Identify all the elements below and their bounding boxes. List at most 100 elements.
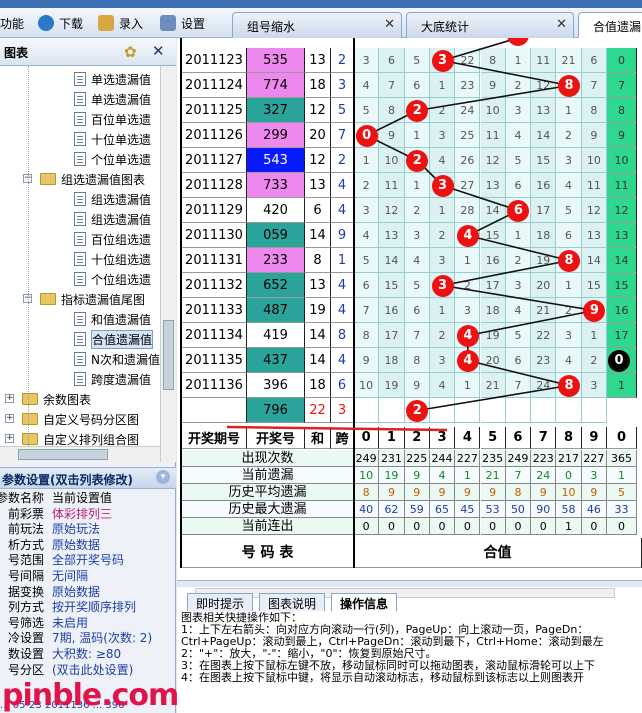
hit-ball: 8 <box>558 249 581 272</box>
tree-vscrollbar[interactable] <box>160 66 176 462</box>
param-key: 参数名称 <box>0 491 44 505</box>
gear-icon[interactable]: ✿ <box>124 43 137 61</box>
tab-big-stats[interactable]: 大底统计 ✕ <box>406 12 574 38</box>
tree-item[interactable]: 百位单选遗 <box>74 109 151 129</box>
tree-item[interactable]: 单选遗漏值 <box>74 69 151 89</box>
collapse-icon[interactable]: ▾ <box>156 470 170 484</box>
param-row[interactable]: 据变换 原始数据 <box>0 584 176 600</box>
close-icon[interactable]: ✕ <box>384 17 395 32</box>
param-key: 前彩票 <box>7 506 44 521</box>
expand-icon[interactable]: + <box>5 394 14 403</box>
tree-item[interactable]: 十位单选遗 <box>74 129 151 149</box>
title-strip <box>0 0 642 8</box>
tree-hscrollbar[interactable] <box>0 446 160 462</box>
param-row[interactable]: 号筛选 未启用 <box>0 615 176 631</box>
tree-item[interactable]: 和值遗漏值 <box>74 309 151 329</box>
tree-item-label: 余数图表 <box>43 392 92 407</box>
scroll-thumb[interactable] <box>18 449 108 460</box>
stat-value: 249 <box>505 450 532 467</box>
tree-item[interactable]: 组选遗漏值 <box>74 209 151 229</box>
footer-label: 号 码 表 <box>182 538 354 568</box>
tab-sum-miss[interactable]: 合值遗漏 <box>578 12 642 38</box>
trend-segment <box>417 84 570 112</box>
param-value: 原始数据 <box>52 584 101 599</box>
tree-item-label: 指标遗漏值尾图 <box>61 292 146 307</box>
stat-value: 4 <box>429 467 456 484</box>
stat-value: 0 <box>379 518 405 535</box>
tree-item[interactable]: 组选遗漏值 <box>74 189 151 209</box>
stat-value: 7 <box>505 467 532 484</box>
document-icon <box>74 132 86 146</box>
document-icon <box>74 232 86 246</box>
tab-group-shrink[interactable]: 组号缩水 ✕ <box>232 12 402 38</box>
tree-item[interactable]: 跨度遗漏值 <box>74 369 151 389</box>
stat-value: 1 <box>607 467 637 484</box>
stat-value: 231 <box>379 450 405 467</box>
tree-item[interactable]: 百位组选遗 <box>74 229 151 249</box>
edit-icon <box>98 15 114 31</box>
stat-value: 10 <box>354 467 380 484</box>
stat-label: 历史平均遗漏 <box>182 484 354 501</box>
stat-value: 10 <box>556 484 582 501</box>
param-row[interactable]: 前彩票 体彩排列三 <box>0 506 176 522</box>
download-button[interactable]: 下载 <box>38 14 83 32</box>
stat-value: 9 <box>404 484 430 501</box>
close-icon[interactable]: ✕ <box>556 17 567 32</box>
param-row[interactable]: 前玩法 原始玩法 <box>0 521 176 537</box>
tab-chart-desc[interactable]: 图表说明 <box>259 593 326 611</box>
close-icon[interactable]: ✕ <box>152 42 165 60</box>
param-row[interactable]: 数设置 大积数: ≥80 <box>0 646 176 662</box>
scroll-thumb[interactable] <box>163 320 174 390</box>
stat-value: 0 <box>455 518 481 535</box>
stat-value: 59 <box>404 501 430 518</box>
hit-ball: 8 <box>558 74 581 97</box>
param-row[interactable]: 号范围 全部开奖号码 <box>0 552 176 568</box>
tree-item-label: 合值遗漏值 <box>91 329 154 349</box>
expand-icon[interactable]: + <box>5 414 14 423</box>
param-row[interactable]: 冷设置 7期, 温码(次数: 2) <box>0 630 176 646</box>
tree-item[interactable]: 个位单选遗 <box>74 149 151 169</box>
param-row[interactable]: 号分区 (双击此处设置) <box>0 662 176 678</box>
stat-value: 58 <box>556 501 582 518</box>
stat-value: 53 <box>480 501 506 518</box>
param-row[interactable]: 列方式 按开奖顺序排列 <box>0 599 176 615</box>
tab-instant-tips[interactable]: 即时提示 <box>187 593 254 611</box>
stat-value: 90 <box>531 501 557 518</box>
tree-item-label: 和值遗漏值 <box>91 312 152 327</box>
chart-tree: 单选遗漏值 单选遗漏值 百位单选遗 十位单选遗 个位单选遗 组选遗漏值图表 − 组选遗漏值 组选… <box>0 66 176 462</box>
tree-item[interactable]: 单选遗漏值 <box>74 89 151 109</box>
tree-item[interactable]: 组选遗漏值图表 <box>40 169 145 189</box>
input-button[interactable]: 录入 <box>98 14 143 32</box>
param-row[interactable]: 参数名称 当前设置值 <box>0 490 176 506</box>
tree-item[interactable]: 余数图表 <box>22 389 91 409</box>
gear-icon <box>160 15 176 31</box>
stat-value: 235 <box>480 450 506 467</box>
trend-segment <box>442 38 519 62</box>
func-button[interactable]: 功能 <box>0 14 24 32</box>
folder-icon <box>40 293 56 305</box>
tree-item[interactable]: 合值遗漏值 <box>74 329 154 349</box>
tree-item[interactable]: N次和遗漏值 <box>74 349 160 369</box>
tree-item[interactable]: 自定义号码分区图 <box>22 409 139 429</box>
settings-button[interactable]: 设置 <box>160 14 205 32</box>
document-icon <box>74 92 86 106</box>
param-row[interactable]: 析方式 原始数据 <box>0 537 176 553</box>
sum-miss-chart[interactable]: 2011123 535 13 2 3 6 5 22 8 1 11 21 6 0 3 2011124 774 18 3… <box>177 38 642 580</box>
tree-item-label: N次和遗漏值 <box>91 352 160 367</box>
tree-item[interactable]: 十位组选遗 <box>74 249 151 269</box>
tree-item[interactable]: 个位组选遗 <box>74 269 151 289</box>
tree-item-label: 自定义号码分区图 <box>43 412 140 427</box>
tree-item[interactable]: 指标遗漏值尾图 <box>40 289 145 309</box>
chart-hscrollbar[interactable] <box>195 588 615 598</box>
tab-operation-info[interactable]: 操作信息 <box>331 593 398 611</box>
stat-value: 0 <box>607 518 637 535</box>
expand-icon[interactable]: + <box>5 434 14 443</box>
document-icon <box>74 352 86 366</box>
param-value: 7期, 温码(次数: 2) <box>52 631 153 646</box>
param-row[interactable]: 号间隔 无间隔 <box>0 568 176 584</box>
stat-value: 0 <box>404 518 430 535</box>
params-header[interactable]: 参数设置(双击列表修改) ▾ <box>0 467 176 489</box>
param-value: (双击此处设置) <box>52 662 134 677</box>
document-icon <box>74 312 86 326</box>
param-value: 原始数据 <box>52 537 101 552</box>
